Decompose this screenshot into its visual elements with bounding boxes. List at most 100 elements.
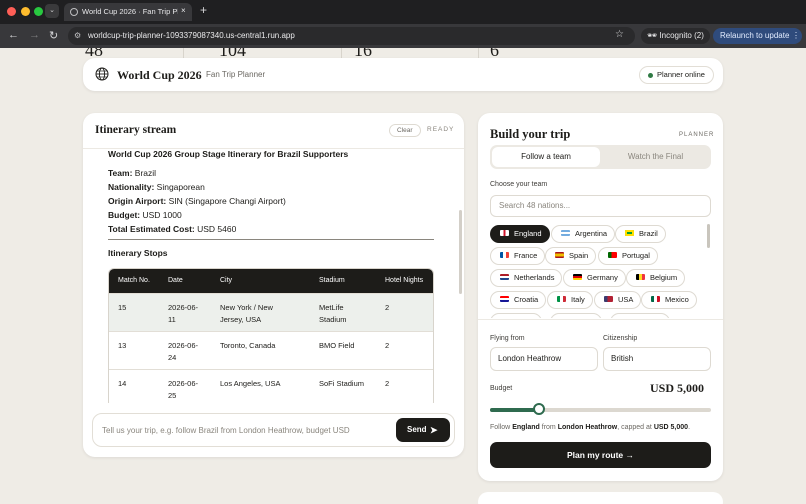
url-text[interactable]: worldcup-trip-planner-1093379087340.us-c… [88, 31, 295, 40]
team-chip-usa[interactable]: USA [594, 291, 642, 309]
cell-stadium: BMO Field [319, 341, 355, 350]
cell-match: 15 [118, 303, 127, 312]
cell-stadium: SoFi Stadium [319, 379, 365, 388]
citizenship-field[interactable]: British [603, 347, 711, 371]
next-card [478, 492, 723, 504]
team-chip-germany[interactable]: Germany [563, 269, 626, 287]
team-chip-spain[interactable]: Spain [545, 247, 597, 265]
tab-watch-final[interactable]: Watch the Final [602, 147, 709, 167]
plan-route-button[interactable]: Plan my route → [490, 442, 711, 468]
incognito-indicator[interactable]: 🕶 Incognito (2) [641, 28, 710, 44]
reload-icon[interactable]: ↻ [49, 29, 58, 42]
app-title: World Cup 2026 [117, 68, 202, 82]
budget-slider-handle[interactable] [532, 403, 545, 415]
tab-follow-team[interactable]: Follow a team [492, 147, 600, 167]
budget-slider-fill [490, 408, 539, 412]
itinerary-panel: Itinerary stream Clear READY World Cup 2… [83, 113, 464, 457]
budget-slider[interactable] [490, 403, 711, 415]
trip-summary: Follow England from London Heathrow, cap… [490, 424, 691, 431]
choose-team-label: Choose your team [490, 181, 548, 188]
flying-from-field[interactable]: London Heathrow [490, 347, 598, 371]
stats-strip: 48 104 16 6 [83, 48, 723, 58]
itinerary-scrollbar[interactable] [459, 210, 462, 294]
trip-composer: Tell us your trip, e.g. follow Brazil fr… [92, 413, 455, 447]
status-label: Planner online [657, 70, 705, 79]
nation-search-input[interactable]: Search 48 nations... [490, 195, 711, 217]
site-settings-icon[interactable]: ⚙ [74, 31, 81, 40]
table-row: 14 2026-06- 25 Los Angeles, USA SoFi Sta… [109, 369, 433, 403]
address-bar[interactable]: ⚙ worldcup-trip-planner-1093379087340.us… [68, 27, 635, 45]
column-header: Match No. [118, 277, 150, 284]
stream-state-label: READY [427, 126, 455, 133]
cell-date: 2026-06- 24 [168, 341, 199, 362]
divider [108, 239, 434, 240]
status-badge: Planner online [639, 66, 714, 84]
column-header: City [220, 277, 233, 284]
forward-icon[interactable]: → [29, 29, 40, 41]
stat-value: 48 [85, 48, 103, 58]
minimize-window-icon[interactable] [21, 7, 30, 16]
england-flag-icon [500, 230, 509, 236]
divider [341, 48, 342, 58]
maximize-window-icon[interactable] [34, 7, 43, 16]
app-header: World Cup 2026 Fan Trip Planner Planner … [83, 58, 723, 91]
browser-tab[interactable]: World Cup 2026 · Fan Trip Plan × [64, 3, 192, 21]
itinerary-document[interactable]: World Cup 2026 Group Stage Itinerary for… [108, 149, 434, 403]
france-flag-icon [500, 252, 509, 258]
relaunch-button[interactable]: Relaunch to update ⋮ [713, 28, 802, 44]
column-header: Date [168, 277, 183, 284]
browser-tab-bar: ⌄ World Cup 2026 · Fan Trip Plan × + [0, 0, 806, 24]
belgium-flag-icon [636, 274, 645, 280]
stat-value: 16 [354, 48, 372, 58]
team-list-scrollbar[interactable] [707, 224, 710, 248]
back-icon[interactable]: ← [8, 29, 19, 41]
bookmark-star-icon[interactable]: ☆ [615, 29, 624, 40]
cell-nights: 2 [385, 379, 390, 388]
team-chip-brazil[interactable]: Brazil [615, 225, 666, 243]
cell-match: 13 [118, 341, 127, 350]
team-chip-netherlands[interactable]: Netherlands [490, 269, 563, 287]
close-window-icon[interactable] [7, 7, 16, 16]
mode-toggle: Follow a team Watch the Final [490, 145, 711, 169]
cell-nights: 2 [385, 303, 390, 312]
germany-flag-icon [573, 274, 582, 280]
stat-value: 6 [490, 48, 499, 58]
detail-total-cost: Total Estimated Cost: USD 5460 [108, 224, 237, 234]
team-chip-argentina[interactable]: Argentina [551, 225, 616, 243]
incognito-label: Incognito (2) [659, 31, 704, 40]
cell-city: Los Angeles, USA [220, 379, 281, 388]
detail-team: Team: Brazil [108, 168, 157, 178]
globe-icon [95, 67, 109, 81]
usa-flag-icon [604, 296, 613, 302]
team-chip-france[interactable]: France [490, 247, 546, 265]
budget-label: Budget [490, 385, 513, 392]
table-row: 15 2026-06- 11 New York / New Jersey, US… [109, 293, 433, 331]
team-chip-portugal[interactable]: Portugal [598, 247, 658, 265]
relaunch-label: Relaunch to update [720, 31, 790, 40]
detail-nationality: Nationality: Singaporean [108, 182, 205, 192]
team-chip[interactable] [550, 313, 602, 318]
send-button[interactable]: Send ➤ [396, 418, 450, 442]
tab-search-chevron-icon[interactable]: ⌄ [45, 4, 59, 18]
team-chip-croatia[interactable]: Croatia [490, 291, 547, 309]
team-chip-belgium[interactable]: Belgium [626, 269, 686, 287]
team-chip-italy[interactable]: Italy [547, 291, 593, 309]
composer-input[interactable]: Tell us your trip, e.g. follow Brazil fr… [102, 426, 350, 435]
clear-button[interactable]: Clear [389, 124, 421, 137]
build-trip-panel: Build your trip PLANNER Follow a team Wa… [478, 113, 723, 481]
flying-from-label: Flying from [490, 335, 525, 342]
new-tab-button[interactable]: + [200, 3, 207, 17]
spain-flag-icon [555, 252, 564, 258]
team-chip[interactable] [610, 313, 670, 318]
status-dot [648, 73, 653, 78]
stat-value: 104 [219, 48, 246, 58]
itinerary-table: Match No. Date City Stadium Hotel Nights… [108, 268, 434, 403]
more-vert-icon: ⋮ [792, 31, 800, 40]
cell-city: New York / New Jersey, USA [220, 303, 273, 324]
team-chip-england[interactable]: England [490, 225, 550, 243]
team-chip[interactable] [490, 313, 542, 318]
tab-close-icon[interactable]: × [181, 6, 186, 15]
planner-badge: PLANNER [679, 132, 715, 138]
team-chip-mexico[interactable]: Mexico [641, 291, 697, 309]
cell-city: Toronto, Canada [220, 341, 276, 350]
